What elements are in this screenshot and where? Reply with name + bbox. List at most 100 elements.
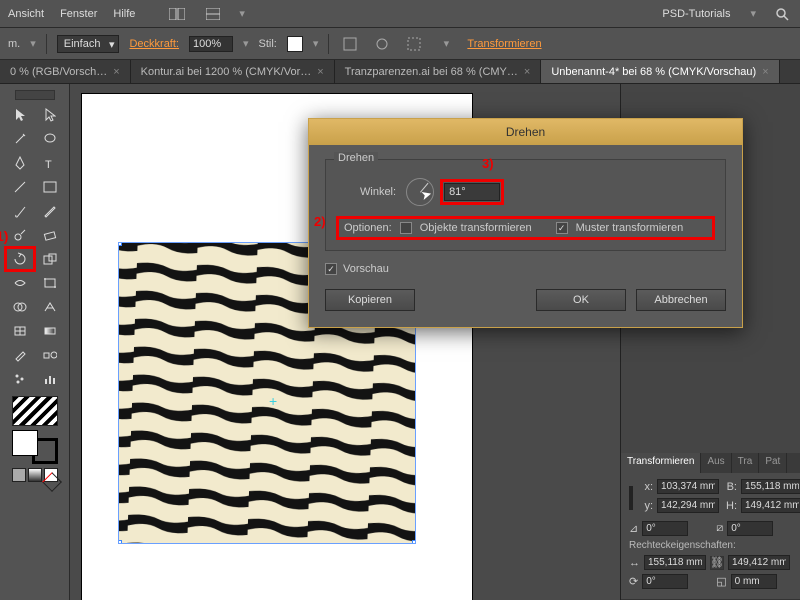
graph-tool[interactable] <box>36 368 64 390</box>
menu-hilfe[interactable]: Hilfe <box>113 8 135 20</box>
color-mode-none[interactable] <box>44 468 58 482</box>
eyedropper-tool[interactable] <box>6 344 34 366</box>
options-row: Optionen: Objekte transformieren Muster … <box>340 220 711 236</box>
b-label: B: <box>723 481 737 493</box>
tab-doc-3[interactable]: Unbenannt-4* bei 68 % (CMYK/Vorschau)× <box>541 60 779 83</box>
opacity-input[interactable] <box>189 36 233 52</box>
x-label: x: <box>639 481 653 493</box>
tab-aus[interactable]: Aus <box>701 453 731 473</box>
close-icon[interactable]: × <box>317 66 323 78</box>
preferences-icon[interactable] <box>371 33 393 55</box>
color-mode-solid[interactable] <box>12 468 26 482</box>
transform-patterns-checkbox[interactable] <box>556 222 568 234</box>
align-icon[interactable] <box>403 33 425 55</box>
close-icon[interactable]: × <box>113 66 119 78</box>
perspective-grid-tool[interactable] <box>36 296 64 318</box>
free-transform-tool[interactable] <box>36 272 64 294</box>
tab-doc-1[interactable]: Kontur.ai bei 1200 % (CMYK/Vor… × <box>131 60 335 83</box>
magic-wand-tool[interactable] <box>6 128 34 150</box>
rect-height-input[interactable] <box>728 555 790 570</box>
tab-label: Kontur.ai bei 1200 % (CMYK/Vor… <box>141 66 312 78</box>
fill-swatch[interactable] <box>12 430 38 456</box>
close-icon[interactable]: × <box>762 66 768 78</box>
doc-setup-icon[interactable] <box>339 33 361 55</box>
transform-link[interactable]: Transformieren <box>467 38 541 50</box>
tab-doc-0[interactable]: 0 % (RGB/Vorsch…× <box>0 60 131 83</box>
blob-brush-tool[interactable] <box>6 224 34 246</box>
mesh-tool[interactable] <box>6 320 34 342</box>
gradient-tool[interactable] <box>36 320 64 342</box>
menu-bar: Ansicht Fenster Hilfe ▾ PSD-Tutorials ▾ <box>0 0 800 28</box>
selection-tool[interactable] <box>6 104 34 126</box>
close-icon[interactable]: × <box>524 66 530 78</box>
toolbar-handle[interactable] <box>15 90 55 100</box>
style-swatch[interactable] <box>287 36 303 52</box>
menu-ansicht[interactable]: Ansicht <box>8 8 44 20</box>
direct-selection-tool[interactable] <box>36 104 64 126</box>
h-label: H: <box>723 500 737 512</box>
chevron-down-icon[interactable]: ▾ <box>30 37 36 50</box>
rotate-tool[interactable] <box>6 248 34 270</box>
selection-handle[interactable] <box>412 540 416 544</box>
blend-tool[interactable] <box>36 344 64 366</box>
type-tool[interactable]: T <box>36 152 64 174</box>
align-menu-icon[interactable]: ▾ <box>435 33 457 55</box>
y-input[interactable] <box>657 498 719 513</box>
transform-objects-checkbox[interactable] <box>400 222 412 234</box>
shape-builder-tool[interactable] <box>6 296 34 318</box>
cursor-icon: ➤ <box>419 186 434 204</box>
color-mode-gradient[interactable] <box>28 468 42 482</box>
scale-tool[interactable] <box>36 248 64 270</box>
layout-icon[interactable] <box>167 4 187 24</box>
reference-point-grid[interactable] <box>629 486 633 510</box>
line-tool[interactable] <box>6 176 34 198</box>
psd-tutorials-menu[interactable]: PSD-Tutorials <box>658 8 734 20</box>
chevron-down-icon[interactable]: ▾ <box>313 37 319 50</box>
width-input[interactable] <box>741 479 800 494</box>
transform-panel: Transformieren Aus Tra Pat x:B: y:H: ⊿⧄ … <box>621 453 800 600</box>
angle-input[interactable] <box>444 183 500 201</box>
rect-width-input[interactable] <box>644 555 706 570</box>
pattern-swatch[interactable] <box>12 396 58 426</box>
rect-angle-input[interactable] <box>642 574 688 589</box>
angle-dial[interactable]: ➤ <box>406 178 434 206</box>
tab-pat[interactable]: Pat <box>759 453 787 473</box>
copy-button[interactable]: Kopieren <box>325 289 415 311</box>
tab-tra[interactable]: Tra <box>732 453 760 473</box>
height-input[interactable] <box>741 498 800 513</box>
ok-button[interactable]: OK <box>536 289 626 311</box>
document-tabs: 0 % (RGB/Vorsch…× Kontur.ai bei 1200 % (… <box>0 60 800 84</box>
eraser-tool[interactable] <box>36 224 64 246</box>
pen-tool[interactable] <box>6 152 34 174</box>
corner-input[interactable] <box>731 574 777 589</box>
rotate-input[interactable] <box>642 521 688 536</box>
symbol-sprayer-tool[interactable] <box>6 368 34 390</box>
link-icon[interactable]: ⛓ <box>710 556 724 570</box>
x-input[interactable] <box>657 479 719 494</box>
brush-tool[interactable] <box>6 200 34 222</box>
center-mark-icon: + <box>269 393 277 409</box>
shear-input[interactable] <box>727 521 773 536</box>
selection-handle[interactable] <box>118 540 122 544</box>
fill-stroke-swatch[interactable] <box>12 430 58 464</box>
deckkraft-label[interactable]: Deckkraft: <box>129 38 179 50</box>
cancel-button[interactable]: Abbrechen <box>636 289 726 311</box>
svg-text:T: T <box>45 159 52 169</box>
stil-label: Stil: <box>259 38 277 50</box>
lasso-tool[interactable] <box>36 128 64 150</box>
rotate-dialog: Drehen Drehen 3) 2) Winkel: ➤ Optionen: … <box>308 118 743 328</box>
menu-fenster[interactable]: Fenster <box>60 8 97 20</box>
shear-icon: ⧄ <box>716 522 723 535</box>
preview-checkbox[interactable] <box>325 263 337 275</box>
search-icon[interactable] <box>772 4 792 24</box>
width-tool[interactable] <box>6 272 34 294</box>
transform-patterns-label: Muster transformieren <box>576 222 684 234</box>
chevron-down-icon[interactable]: ▾ <box>243 37 249 50</box>
tab-transformieren[interactable]: Transformieren <box>621 453 701 473</box>
contour-dropdown[interactable]: Einfach <box>57 35 120 53</box>
pencil-tool[interactable] <box>36 200 64 222</box>
rectangle-tool[interactable] <box>36 176 64 198</box>
selection-handle[interactable] <box>118 242 122 246</box>
tab-doc-2[interactable]: Tranzparenzen.ai bei 68 % (CMY…× <box>335 60 542 83</box>
arrange-icon[interactable] <box>203 4 223 24</box>
